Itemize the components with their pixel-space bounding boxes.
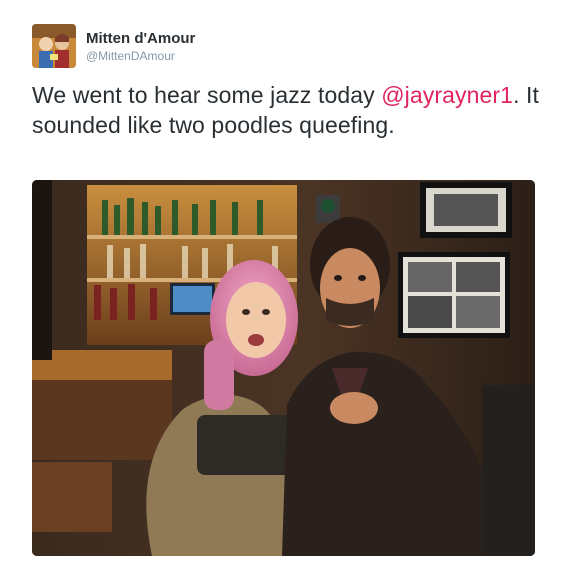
- tweet-text-start: We went to hear some jazz today: [32, 82, 382, 108]
- author-display-name[interactable]: Mitten d'Amour: [86, 30, 195, 48]
- mention-link[interactable]: @jayrayner1: [381, 82, 513, 108]
- profile-avatar-icon: [32, 24, 76, 68]
- author-screen-name[interactable]: @MittenDAmour: [86, 48, 195, 64]
- tweet-photo[interactable]: [32, 180, 535, 556]
- author-block: Mitten d'Amour @MittenDAmour: [86, 30, 195, 64]
- tweet-text: We went to hear some jazz today @jayrayn…: [32, 80, 542, 140]
- attached-photo-icon: [32, 180, 535, 556]
- avatar[interactable]: [32, 24, 76, 68]
- tweet-card: Mitten d'Amour @MittenDAmour We went to …: [0, 0, 571, 567]
